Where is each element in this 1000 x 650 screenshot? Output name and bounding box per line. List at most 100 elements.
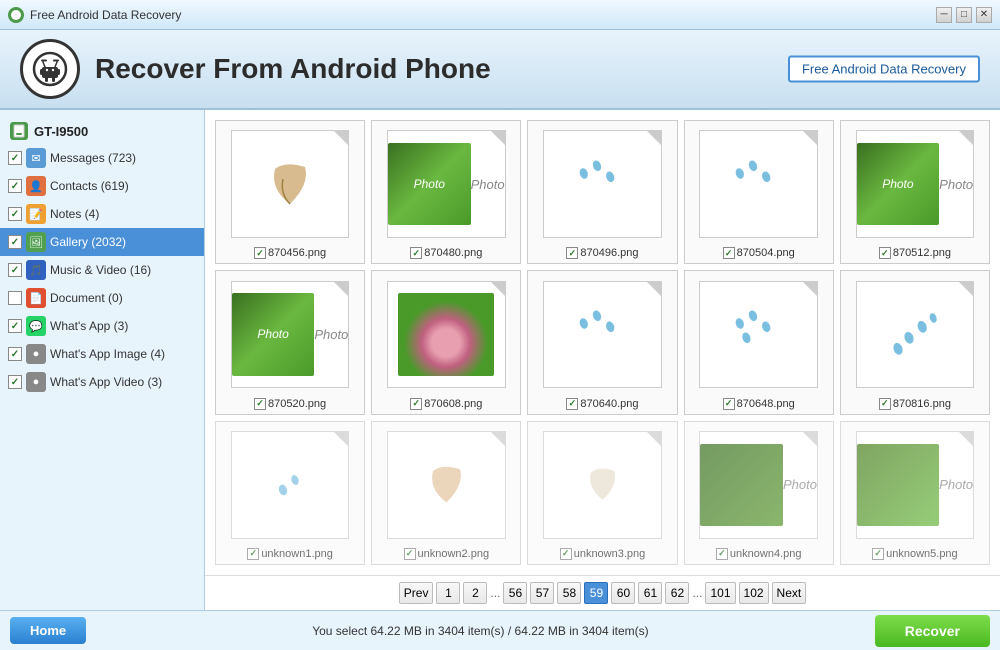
gallery-item[interactable]: 870608.png xyxy=(371,270,521,414)
sidebar-checkbox-document[interactable] xyxy=(8,291,22,305)
recover-button[interactable]: Recover xyxy=(875,615,990,647)
home-button[interactable]: Home xyxy=(10,617,86,644)
gallery-item[interactable]: unknown2.png xyxy=(371,421,521,565)
page-button-101[interactable]: 101 xyxy=(705,582,735,604)
thumb-checkbox[interactable] xyxy=(247,548,259,560)
page-button-56[interactable]: 56 xyxy=(503,582,527,604)
gallery-item[interactable]: Photo unknown4.png xyxy=(684,421,834,565)
sidebar-item-document[interactable]: 📄 Document (0) xyxy=(0,284,204,312)
thumb-checkbox[interactable] xyxy=(560,548,572,560)
page-button-1[interactable]: 1 xyxy=(436,582,460,604)
page-button-57[interactable]: 57 xyxy=(530,582,554,604)
thumb-checkbox[interactable] xyxy=(254,247,266,259)
page-dots: ... xyxy=(490,586,500,600)
page-button-59[interactable]: 59 xyxy=(584,582,608,604)
thumb-checkbox[interactable] xyxy=(404,548,416,560)
thumb-checkbox[interactable] xyxy=(723,398,735,410)
thumb-checkbox[interactable] xyxy=(254,398,266,410)
sidebar-label-whatsapp-image: What's App Image (4) xyxy=(50,347,198,361)
thumb-checkbox[interactable] xyxy=(716,548,728,560)
thumb-checkbox[interactable] xyxy=(723,247,735,259)
device-icon xyxy=(10,122,28,140)
gallery-item[interactable]: 870816.png xyxy=(840,270,990,414)
pagination: Prev12...56575859606162...101102Next xyxy=(205,575,1000,610)
thumb-filename: 870520.png xyxy=(268,398,326,410)
sidebar-icon-whatsapp-video: ● xyxy=(26,372,46,392)
thumb-filename: unknown2.png xyxy=(418,548,490,560)
sidebar-checkbox-gallery[interactable] xyxy=(8,235,22,249)
gallery-item[interactable]: 870456.png xyxy=(215,120,365,264)
sidebar-checkbox-messages[interactable] xyxy=(8,151,22,165)
close-button[interactable]: ✕ xyxy=(976,7,992,23)
page-button-102[interactable]: 102 xyxy=(739,582,769,604)
thumb-checkbox[interactable] xyxy=(872,548,884,560)
sidebar-icon-messages: ✉ xyxy=(26,148,46,168)
gallery-item[interactable]: unknown1.png xyxy=(215,421,365,565)
sidebar-item-whatsapp-image[interactable]: ● What's App Image (4) xyxy=(0,340,204,368)
gallery-item[interactable]: unknown3.png xyxy=(527,421,677,565)
sidebar-item-whatsapp-video[interactable]: ● What's App Video (3) xyxy=(0,368,204,396)
sidebar-item-music[interactable]: 🎵 Music & Video (16) xyxy=(0,256,204,284)
doc-frame: Photo Photo xyxy=(387,130,506,237)
page-button-58[interactable]: 58 xyxy=(557,582,581,604)
thumb-filename: unknown1.png xyxy=(261,548,333,560)
page-button-2[interactable]: 2 xyxy=(463,582,487,604)
thumb-label: 870496.png xyxy=(566,247,638,259)
minimize-button[interactable]: ─ xyxy=(936,7,952,23)
thumb-filename: 870456.png xyxy=(268,247,326,259)
sidebar-item-contacts[interactable]: 👤 Contacts (619) xyxy=(0,172,204,200)
thumb-image xyxy=(216,121,364,247)
thumb-checkbox[interactable] xyxy=(879,398,891,410)
sidebar-item-notes[interactable]: 📝 Notes (4) xyxy=(0,200,204,228)
gallery-item[interactable]: Photo Photo 870480.png xyxy=(371,120,521,264)
sidebar-checkbox-whatsapp-image[interactable] xyxy=(8,347,22,361)
sidebar-checkbox-contacts[interactable] xyxy=(8,179,22,193)
window-controls[interactable]: ─ □ ✕ xyxy=(936,7,992,23)
thumb-label: 870640.png xyxy=(566,398,638,410)
thumb-filename: unknown5.png xyxy=(886,548,958,560)
thumb-filename: 870608.png xyxy=(424,398,482,410)
sidebar-item-whatsapp[interactable]: 💬 What's App (3) xyxy=(0,312,204,340)
page-dots: ... xyxy=(692,586,702,600)
gallery-item[interactable]: 870504.png xyxy=(684,120,834,264)
sidebar-checkbox-whatsapp[interactable] xyxy=(8,319,22,333)
maximize-button[interactable]: □ xyxy=(956,7,972,23)
sidebar-checkbox-notes[interactable] xyxy=(8,207,22,221)
title-bar: Free Android Data Recovery ─ □ ✕ xyxy=(0,0,1000,30)
thumb-filename: unknown4.png xyxy=(730,548,802,560)
doc-frame: Photo Photo xyxy=(231,281,350,388)
next-button[interactable]: Next xyxy=(772,582,807,604)
page-button-61[interactable]: 61 xyxy=(638,582,662,604)
thumb-filename: 870504.png xyxy=(737,247,795,259)
doc-frame xyxy=(387,281,506,388)
gallery-item[interactable]: 870640.png xyxy=(527,270,677,414)
thumb-filename: 870640.png xyxy=(580,398,638,410)
thumb-checkbox[interactable] xyxy=(410,398,422,410)
prev-button[interactable]: Prev xyxy=(399,582,434,604)
sidebar-label-gallery: Gallery (2032) xyxy=(50,235,198,249)
gallery-item[interactable]: Photo Photo 870520.png xyxy=(215,270,365,414)
thumb-image: Photo Photo xyxy=(841,121,989,247)
thumb-filename: 870512.png xyxy=(893,247,951,259)
sidebar-label-document: Document (0) xyxy=(50,291,198,305)
page-button-60[interactable]: 60 xyxy=(611,582,635,604)
gallery-item[interactable]: Photo Photo 870512.png xyxy=(840,120,990,264)
thumb-checkbox[interactable] xyxy=(566,398,578,410)
photo-label: Photo xyxy=(471,177,505,192)
thumb-checkbox[interactable] xyxy=(879,247,891,259)
sidebar-checkbox-whatsapp-video[interactable] xyxy=(8,375,22,389)
thumb-label: unknown3.png xyxy=(560,548,646,560)
sidebar-item-gallery[interactable]: 🖼 Gallery (2032) xyxy=(0,228,204,256)
gallery-item[interactable]: Photo unknown5.png xyxy=(840,421,990,565)
gallery-item[interactable]: 870648.png xyxy=(684,270,834,414)
doc-frame xyxy=(699,130,818,237)
gallery-item[interactable]: 870496.png xyxy=(527,120,677,264)
thumb-checkbox[interactable] xyxy=(410,247,422,259)
thumb-filename: 870496.png xyxy=(580,247,638,259)
thumb-checkbox[interactable] xyxy=(566,247,578,259)
sidebar-checkbox-music[interactable] xyxy=(8,263,22,277)
page-button-62[interactable]: 62 xyxy=(665,582,689,604)
photo-label: Photo xyxy=(939,477,973,492)
thumb-image xyxy=(372,422,520,548)
sidebar-item-messages[interactable]: ✉ Messages (723) xyxy=(0,144,204,172)
